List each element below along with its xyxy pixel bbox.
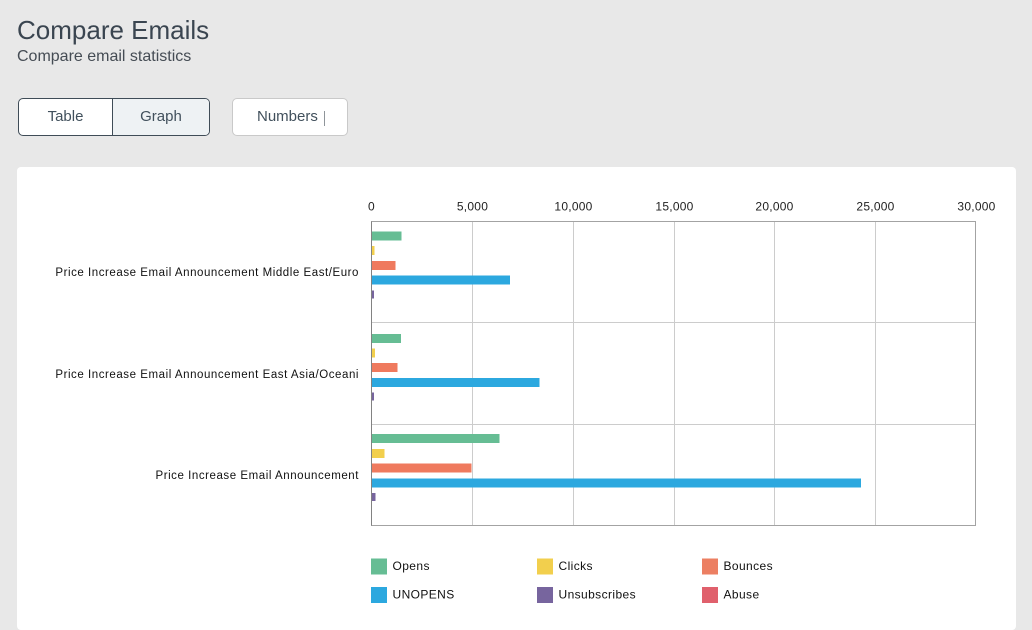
svg-text:Abuse: Abuse [724, 588, 760, 602]
svg-text:30,000: 30,000 [957, 200, 995, 214]
svg-text:15,000: 15,000 [655, 200, 693, 214]
svg-text:Price Increase Email Announcem: Price Increase Email Announcement [155, 470, 359, 482]
svg-text:Price Increase Email Announcem: Price Increase Email Announcement Middle… [55, 267, 359, 279]
svg-text:Opens: Opens [393, 559, 430, 573]
svg-text:5,000: 5,000 [457, 200, 488, 214]
svg-text:Unsubscribes: Unsubscribes [559, 588, 637, 602]
svg-text:10,000: 10,000 [554, 200, 592, 214]
svg-text:UNOPENS: UNOPENS [393, 588, 455, 602]
svg-text:Price Increase Email Announcem: Price Increase Email Announcement East A… [55, 369, 359, 381]
svg-text:Bounces: Bounces [724, 559, 774, 573]
svg-text:Clicks: Clicks [559, 559, 593, 573]
svg-text:0: 0 [368, 200, 375, 214]
svg-text:25,000: 25,000 [856, 200, 894, 214]
svg-text:20,000: 20,000 [755, 200, 793, 214]
